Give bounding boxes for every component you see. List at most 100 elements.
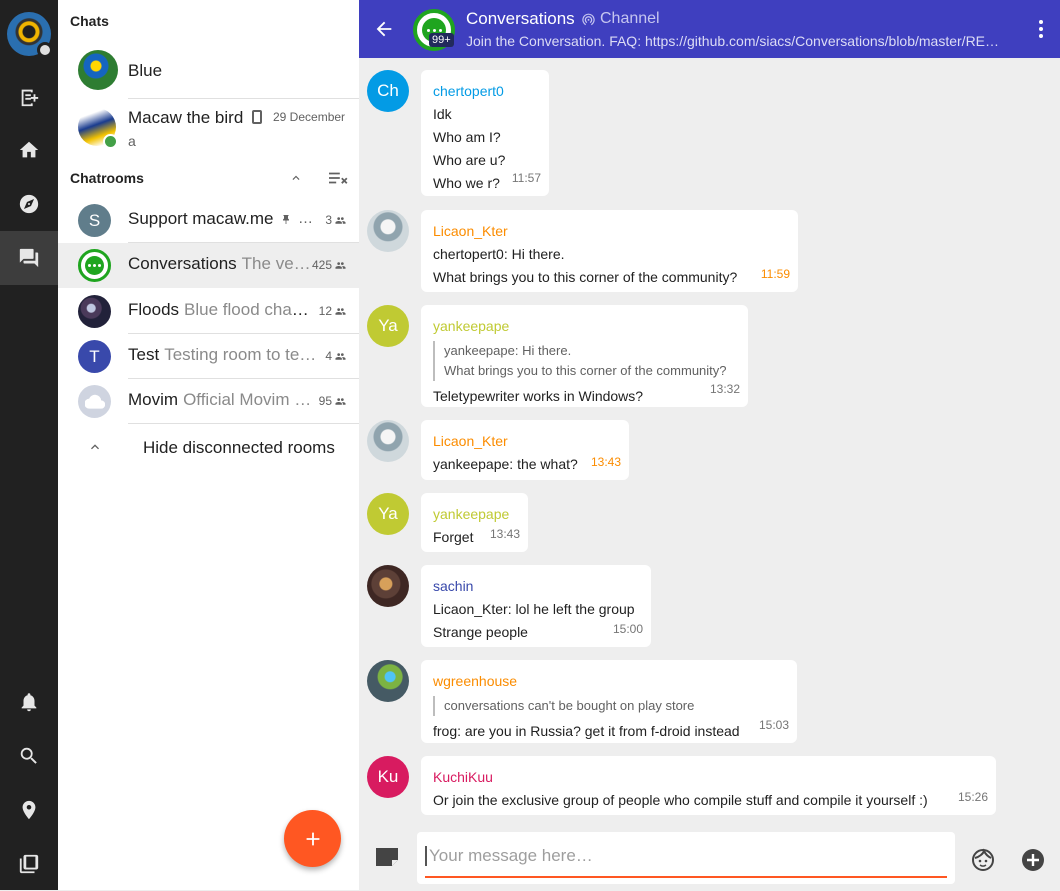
explore-icon[interactable] <box>0 177 58 231</box>
message-bubble[interactable]: yankeepape Forget 13:43 <box>421 493 528 552</box>
contact-name: Blue <box>128 61 163 80</box>
sticker-button[interactable] <box>374 846 400 868</box>
message-bubble[interactable]: KuchiKuu Or join the exclusive group of … <box>421 756 996 815</box>
message-line: Strange people <box>433 624 528 640</box>
quoted-message: conversations can't be bought on play st… <box>433 696 785 716</box>
avatar <box>367 565 409 607</box>
message-bubble[interactable]: chertopert0 Idk Who am I? Who are u? Who… <box>421 70 549 196</box>
avatar <box>78 50 118 90</box>
room-title: Conversations The ve… <box>128 254 318 274</box>
search-icon[interactable] <box>0 729 58 783</box>
message-bubble[interactable]: wgreenhouse conversations can't be bough… <box>421 660 797 743</box>
room-avatar <box>78 385 111 418</box>
message-time: 13:43 <box>489 527 520 541</box>
message-line: yankeepape: the what? <box>433 456 578 472</box>
divider <box>128 423 359 424</box>
room-subject: … <box>298 210 313 227</box>
message-bubble[interactable]: sachin Licaon_Kter: lol he left the grou… <box>421 565 651 647</box>
member-count: 4 <box>325 349 332 363</box>
room-name: Support macaw.me <box>128 209 274 228</box>
location-icon[interactable] <box>0 783 58 837</box>
more-options-icon[interactable] <box>1038 20 1044 38</box>
avatar <box>367 660 409 702</box>
room-item-conversations[interactable]: Conversations The ve… 425 <box>58 243 359 288</box>
room-type-label: Channel <box>600 10 660 27</box>
room-member-count: 3 <box>325 213 346 227</box>
room-avatar <box>78 249 111 282</box>
people-icon <box>335 216 346 224</box>
member-count: 12 <box>318 304 332 318</box>
chevron-up-icon[interactable] <box>289 171 303 185</box>
message-time: 15:26 <box>957 790 988 804</box>
message-bubble[interactable]: Licaon_Kter chertopert0: Hi there. What … <box>421 210 798 292</box>
message-author: KuchiKuu <box>433 769 493 785</box>
notifications-icon[interactable] <box>0 675 58 729</box>
avatar-initials: Ya <box>378 316 398 335</box>
add-chat-button[interactable] <box>284 810 341 867</box>
chatrooms-section-title: Chatrooms <box>70 170 144 186</box>
message-line: Who am I? <box>433 129 501 145</box>
room-item-movim[interactable]: Movim Official Movim … 95 <box>58 379 359 424</box>
hide-disconnected-toggle[interactable]: Hide disconnected rooms <box>58 425 359 470</box>
message-bubble[interactable]: yankeepape yankeepape: Hi there. What br… <box>421 305 748 407</box>
room-item-floods[interactable]: Floods Blue flood chan… 12 <box>58 289 359 334</box>
room-member-count: 12 <box>319 304 346 318</box>
room-item-test[interactable]: T Test Testing room to te… 4 <box>58 334 359 379</box>
unread-badge: 99+ <box>429 33 454 47</box>
message-line: chertopert0: Hi there. <box>433 246 565 262</box>
quote-line: yankeepape: Hi there. <box>444 343 572 358</box>
chats-icon[interactable] <box>0 231 58 285</box>
message-time: 13:32 <box>709 382 740 396</box>
navigation-rail <box>0 0 58 890</box>
room-subject: Join the Conversation. FAQ: https://gith… <box>466 33 1006 49</box>
divider <box>128 98 359 99</box>
room-avatar: S <box>78 204 111 237</box>
add-attachment-icon[interactable] <box>1021 848 1045 872</box>
message-line: Or join the exclusive group of people wh… <box>433 792 928 808</box>
message-author: sachin <box>433 578 474 594</box>
online-indicator <box>103 134 118 149</box>
cloud-icon <box>84 394 105 409</box>
hide-disconnected-label: Hide disconnected rooms <box>143 438 335 457</box>
clear-list-icon[interactable] <box>327 169 349 187</box>
avatar-initials: Ch <box>377 81 399 100</box>
people-icon <box>335 307 346 315</box>
room-subject: Official Movim … <box>183 390 312 409</box>
avatar <box>367 420 409 462</box>
room-title: Floods Blue flood chan… <box>128 300 318 320</box>
contact-item-macaw[interactable]: Macaw the bird 29 December a <box>58 104 359 156</box>
contact-preview: a <box>128 133 136 149</box>
chat-bubble-icon <box>85 256 104 275</box>
room-subject: Testing room to te… <box>164 345 317 364</box>
home-icon[interactable] <box>0 123 58 177</box>
message-bubble[interactable]: Licaon_Kter yankeepape: the what? 13:43 <box>421 420 629 480</box>
room-title: Support macaw.me <box>128 209 288 229</box>
room-initial: T <box>89 346 100 366</box>
message-author: Licaon_Kter <box>433 433 508 449</box>
plus-icon <box>306 832 319 845</box>
bookmarks-icon[interactable] <box>0 837 58 891</box>
room-type: Channel <box>581 10 660 28</box>
chat-list-panel: Chats Blue Macaw the bird 29 December a … <box>58 0 359 890</box>
message-line: What brings you to this corner of the co… <box>433 269 738 285</box>
room-member-count: 95 <box>319 394 346 408</box>
room-subject: The ve… <box>241 254 311 273</box>
avatar-initials: Ya <box>378 504 398 523</box>
room-member-count: 4 <box>325 349 346 363</box>
avatar: Ku <box>367 756 409 798</box>
quote-line: What brings you to this corner of the co… <box>444 363 727 378</box>
conversation-header: 99+ Conversations Channel Join the Conve… <box>359 0 1060 58</box>
room-subject: Blue flood chan… <box>184 300 318 319</box>
message-input-box[interactable]: Your message here… <box>417 832 955 884</box>
message-input[interactable]: Your message here… <box>425 846 945 866</box>
device-phone-icon <box>252 110 262 124</box>
avatar <box>367 210 409 252</box>
back-button[interactable] <box>373 18 395 40</box>
chats-section-title: Chats <box>70 13 109 29</box>
user-avatar[interactable] <box>7 12 53 58</box>
room-initial: S <box>88 210 101 230</box>
news-icon[interactable] <box>0 70 58 124</box>
emoji-icon[interactable] <box>971 848 995 872</box>
room-item-support[interactable]: S Support macaw.me … 3 <box>58 198 359 243</box>
contact-item-blue[interactable]: Blue <box>58 48 359 94</box>
